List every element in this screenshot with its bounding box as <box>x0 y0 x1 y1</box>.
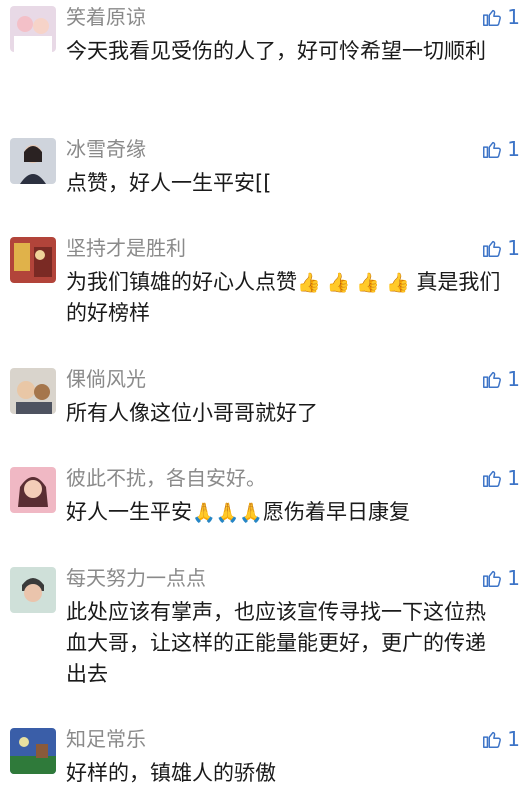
like-button[interactable]: 1 <box>481 565 520 591</box>
thumbs-up-icon <box>483 240 502 257</box>
thumbs-up-emoji: 👍 👍 👍 👍 <box>297 272 410 294</box>
avatar[interactable] <box>10 138 56 184</box>
comment-list: 笑着原谅 1 今天我看见受伤的人了，好可怜希望一切顺利 冰雪奇缘 1 点赞，好人… <box>0 0 530 795</box>
comment-item: 彼此不扰，各自安好。 1 好人一生平安🙏🙏🙏愿伤着早日康复 <box>0 465 530 528</box>
avatar[interactable] <box>10 6 56 52</box>
comment-item: 倮倘风光 1 所有人像这位小哥哥就好了 <box>0 366 530 428</box>
comment-author[interactable]: 坚持才是胜利 <box>66 235 186 261</box>
avatar[interactable] <box>10 728 56 774</box>
comment-author[interactable]: 彼此不扰，各自安好。 <box>66 465 266 491</box>
comment-text: 今天我看见受伤的人了，好可怜希望一切顺利 <box>66 39 486 63</box>
comment-author[interactable]: 知足常乐 <box>66 726 146 752</box>
comment-author[interactable]: 倮倘风光 <box>66 366 146 392</box>
comment-item: 每天努力一点点 1 此处应该有掌声，也应该宣传寻找一下这位热血大哥，让这样的正能… <box>0 565 530 687</box>
like-button[interactable]: 1 <box>481 366 520 392</box>
comment-author[interactable]: 笑着原谅 <box>66 4 146 30</box>
comment-text: 为我们镇雄的好心人点赞👍 👍 👍 👍 真是我们的好榜样 <box>66 267 506 329</box>
comment-text: 好人一生平安🙏🙏🙏愿伤着早日康复 <box>66 497 506 528</box>
comment-text: 点赞，好人一生平安[[ <box>66 171 272 195</box>
like-button[interactable]: 1 <box>481 235 520 261</box>
text-segment: 为我们镇雄的好心人点赞 <box>66 270 297 294</box>
comment-text: 此处应该有掌声，也应该宣传寻找一下这位热血大哥，让这样的正能量能更好，更广的传递… <box>66 600 486 686</box>
avatar[interactable] <box>10 567 56 613</box>
like-count: 1 <box>507 236 520 260</box>
like-count: 1 <box>507 137 520 161</box>
thumbs-up-icon <box>483 371 502 388</box>
like-count: 1 <box>507 727 520 751</box>
like-button[interactable]: 1 <box>481 726 520 752</box>
thumbs-up-icon <box>483 731 502 748</box>
like-button[interactable]: 1 <box>481 136 520 162</box>
comment-item: 笑着原谅 1 今天我看见受伤的人了，好可怜希望一切顺利 <box>0 4 530 96</box>
thumbs-up-icon <box>483 470 502 487</box>
like-button[interactable]: 1 <box>481 465 520 491</box>
like-count: 1 <box>507 367 520 391</box>
avatar[interactable] <box>10 467 56 513</box>
comment-item: 知足常乐 1 好样的，镇雄人的骄傲 <box>0 726 530 792</box>
comment-text: 好样的，镇雄人的骄傲 <box>66 761 276 785</box>
avatar[interactable] <box>10 368 56 414</box>
like-button[interactable]: 1 <box>481 4 520 30</box>
comment-item: 冰雪奇缘 1 点赞，好人一生平安[[ <box>0 136 530 198</box>
text-segment: 好人一生平安 <box>66 500 192 524</box>
text-segment: 愿伤着早日康复 <box>262 500 410 524</box>
thumbs-up-icon <box>483 9 502 26</box>
avatar[interactable] <box>10 237 56 283</box>
like-count: 1 <box>507 466 520 490</box>
comment-text: 所有人像这位小哥哥就好了 <box>66 401 318 425</box>
thumbs-up-icon <box>483 141 502 158</box>
like-count: 1 <box>507 566 520 590</box>
comment-author[interactable]: 冰雪奇缘 <box>66 136 146 162</box>
thumbs-up-icon <box>483 570 502 587</box>
like-count: 1 <box>507 5 520 29</box>
folded-hands-emoji: 🙏🙏🙏 <box>192 502 263 524</box>
comment-item: 坚持才是胜利 1 为我们镇雄的好心人点赞👍 👍 👍 👍 真是我们的好榜样 <box>0 235 530 329</box>
comment-author[interactable]: 每天努力一点点 <box>66 565 206 591</box>
